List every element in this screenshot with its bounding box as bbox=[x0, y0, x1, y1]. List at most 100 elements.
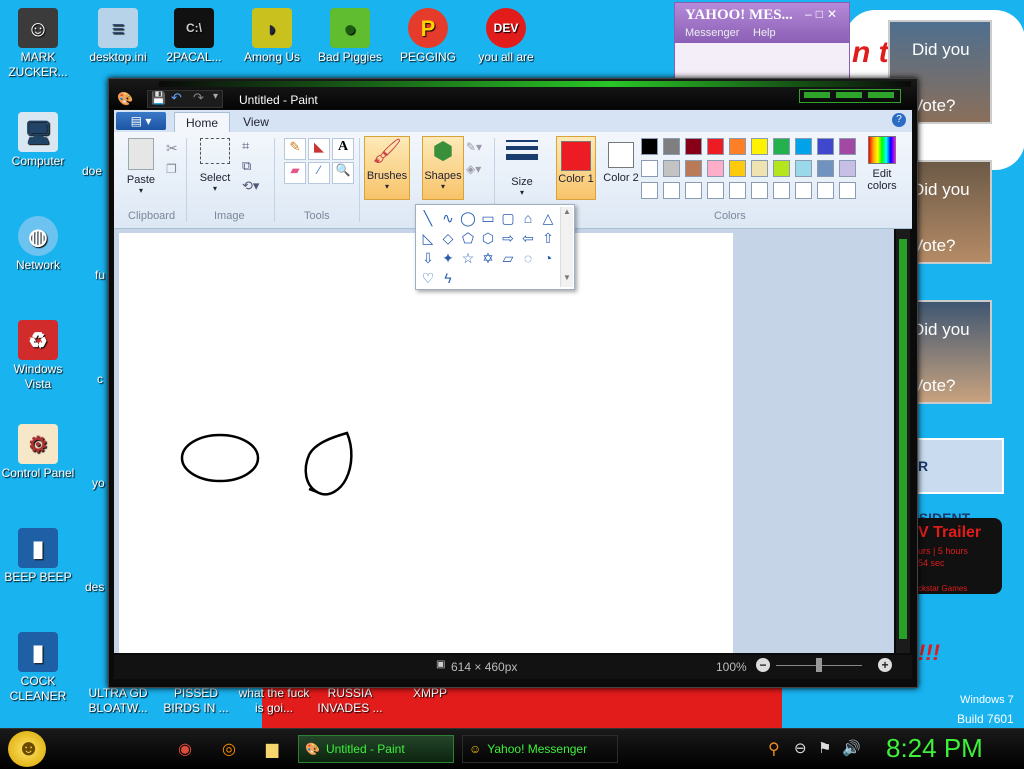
yahoo-messenger-window[interactable]: YAHOO! MES... –□✕ Messenger Help bbox=[674, 2, 850, 80]
partial-icon-label[interactable]: des bbox=[85, 580, 104, 594]
scroll-down-icon[interactable]: ▼ bbox=[563, 273, 571, 282]
shape-up-arrow-icon[interactable]: ⇧ bbox=[540, 231, 556, 245]
resize-icon[interactable]: ⧉ bbox=[242, 158, 251, 174]
palette-swatch-empty[interactable] bbox=[795, 182, 812, 199]
shape-right-arrow-icon[interactable]: ⇨ bbox=[500, 231, 516, 245]
taskbar-button-paint[interactable]: 🎨 Untitled - Paint bbox=[298, 735, 454, 763]
shapes-button[interactable]: ⬢ Shapes ▾ bbox=[422, 136, 464, 200]
partial-icon-label[interactable]: yo bbox=[92, 476, 105, 490]
maximize-button[interactable] bbox=[836, 92, 862, 98]
folder-icon[interactable]: ▆ bbox=[266, 739, 278, 759]
palette-swatch-empty[interactable] bbox=[707, 182, 724, 199]
yahoo-menu-help[interactable]: Help bbox=[753, 27, 776, 39]
palette-swatch[interactable] bbox=[839, 160, 856, 177]
palette-swatch[interactable] bbox=[839, 138, 856, 155]
palette-swatch-empty[interactable] bbox=[729, 182, 746, 199]
palette-swatch[interactable] bbox=[685, 138, 702, 155]
window-controls[interactable] bbox=[799, 89, 901, 103]
crop-icon[interactable]: ⌗ bbox=[242, 138, 249, 154]
palette-swatch-empty[interactable] bbox=[773, 182, 790, 199]
desktop-icon-windows-vista[interactable]: ♻ Windows Vista bbox=[0, 320, 76, 392]
tab-view[interactable]: View bbox=[236, 112, 276, 132]
help-icon[interactable]: ? bbox=[892, 113, 906, 127]
palette-swatch[interactable] bbox=[751, 138, 768, 155]
shape-cloud-callout-icon[interactable]: ◔ bbox=[540, 251, 556, 265]
size-button[interactable]: Size ▾ bbox=[504, 138, 540, 197]
desktop-icon-computer[interactable]: 🖥 Computer bbox=[0, 112, 76, 169]
scroll-up-icon[interactable]: ▲ bbox=[563, 207, 571, 216]
palette-swatch[interactable] bbox=[707, 160, 724, 177]
palette-swatch[interactable] bbox=[751, 160, 768, 177]
close-button[interactable] bbox=[868, 92, 894, 98]
palette-swatch[interactable] bbox=[729, 138, 746, 155]
desktop-icon-pegging[interactable]: P PEGGING bbox=[390, 8, 466, 65]
shape-diamond-icon[interactable]: ◇ bbox=[440, 231, 456, 245]
shape-rectangle-icon[interactable]: ▭ bbox=[480, 211, 496, 225]
paint-menu-button[interactable]: ▤ ▾ bbox=[116, 112, 166, 130]
yahoo-menu-messenger[interactable]: Messenger bbox=[685, 27, 739, 39]
volume-icon[interactable]: 🔊 bbox=[842, 739, 861, 757]
desktop-icon-control-panel[interactable]: ⚙ Control Panel bbox=[0, 424, 76, 481]
partial-icon-label[interactable]: fu bbox=[95, 268, 105, 282]
paint-app-icon[interactable]: 🎨 bbox=[117, 91, 133, 107]
palette-swatch[interactable] bbox=[663, 138, 680, 155]
yahoo-titlebar[interactable]: YAHOO! MES... –□✕ Messenger Help bbox=[675, 3, 849, 43]
palette-swatch[interactable] bbox=[795, 160, 812, 177]
desktop-icon-beep-beep[interactable]: ▮ BEEP BEEP bbox=[0, 528, 76, 585]
desktop-icon-desktop-ini[interactable]: ≡ desktop.ini bbox=[80, 8, 156, 65]
fill-icon[interactable]: ◣ bbox=[308, 138, 330, 160]
palette-swatch-empty[interactable] bbox=[663, 182, 680, 199]
paint-window[interactable]: 🎨 💾 ↶ ↷ ▾ Untitled - Paint ▤ ▾ Home View… bbox=[108, 78, 918, 688]
desktop-icon-you-all-are[interactable]: DEV you all are bbox=[468, 8, 544, 65]
palette-swatch-empty[interactable] bbox=[751, 182, 768, 199]
desktop-icon-mark-zucker[interactable]: ☺ MARK ZUCKER... bbox=[0, 8, 76, 80]
palette-swatch[interactable] bbox=[795, 138, 812, 155]
rotate-icon[interactable]: ⟲▾ bbox=[242, 178, 259, 194]
clock[interactable]: 8:24 PM bbox=[886, 733, 983, 764]
desktop-icon-pissed-birds[interactable]: PISSED BIRDS IN ... bbox=[160, 686, 232, 716]
drawing-canvas[interactable] bbox=[119, 233, 733, 653]
scrollbar-thumb[interactable] bbox=[899, 239, 907, 639]
shape-triangle-icon[interactable]: △ bbox=[540, 211, 556, 225]
copy-icon[interactable]: ❐ bbox=[166, 162, 177, 176]
chrome-icon[interactable]: ◉ bbox=[178, 739, 192, 759]
desktop-icon-network[interactable]: ◍ Network bbox=[0, 216, 76, 273]
vertical-scrollbar[interactable] bbox=[896, 229, 910, 653]
partial-icon-label[interactable]: doe bbox=[82, 164, 102, 178]
paint-titlebar[interactable]: 🎨 💾 ↶ ↷ ▾ Untitled - Paint bbox=[109, 79, 917, 109]
action-center-icon[interactable]: ⚑ bbox=[818, 739, 831, 757]
shape-heart-icon[interactable]: ♡ bbox=[420, 271, 436, 285]
zoom-in-button[interactable]: + bbox=[878, 658, 892, 672]
search-icon[interactable]: ⚲ bbox=[768, 739, 780, 759]
zoom-out-button[interactable]: − bbox=[756, 658, 770, 672]
shape-right-triangle-icon[interactable]: ◺ bbox=[420, 231, 436, 245]
shape-five-point-star-icon[interactable]: ☆ bbox=[460, 251, 476, 265]
palette-swatch[interactable] bbox=[773, 160, 790, 177]
shape-lightning-icon[interactable]: ϟ bbox=[440, 271, 456, 285]
desktop-icon-russia[interactable]: RUSSIA INVADES ... bbox=[312, 686, 388, 716]
shape-rounded-rectangle-icon[interactable]: ▢ bbox=[500, 211, 516, 225]
taskbar-button-yahoo[interactable]: ☺ Yahoo! Messenger bbox=[462, 735, 618, 763]
palette-swatch[interactable] bbox=[707, 138, 724, 155]
palette-swatch[interactable] bbox=[663, 160, 680, 177]
shapes-scrollbar[interactable]: ▲ ▼ bbox=[560, 207, 573, 287]
palette-swatch-empty[interactable] bbox=[839, 182, 856, 199]
save-icon[interactable]: 💾 bbox=[151, 91, 166, 105]
palette-swatch-empty[interactable] bbox=[685, 182, 702, 199]
desktop-icon-cock-cleaner[interactable]: ▮ COCK CLEANER bbox=[0, 632, 76, 704]
pencil-icon[interactable]: ✎ bbox=[284, 138, 306, 160]
select-button[interactable]: Select ▾ bbox=[196, 138, 234, 193]
desktop-icon-what-the[interactable]: what the fuck is goi... bbox=[236, 686, 312, 716]
desktop-icon-2pacal[interactable]: C:\ 2PACAL... bbox=[156, 8, 232, 65]
shape-oval-icon[interactable]: ◯ bbox=[460, 211, 476, 225]
shape-oval-callout-icon[interactable]: ◌ bbox=[520, 251, 536, 265]
brushes-button[interactable]: 🖌 Brushes ▾ bbox=[364, 136, 410, 200]
shape-hexagon-icon[interactable]: ⬡ bbox=[480, 231, 496, 245]
window-controls-icon[interactable]: –□✕ bbox=[805, 7, 841, 21]
palette-swatch[interactable] bbox=[729, 160, 746, 177]
shape-four-point-star-icon[interactable]: ✦ bbox=[440, 251, 456, 265]
shape-six-point-star-icon[interactable]: ✡ bbox=[480, 251, 496, 265]
redo-icon[interactable]: ↷ bbox=[193, 90, 204, 106]
edit-colors-button[interactable]: Edit colors bbox=[862, 136, 902, 192]
palette-swatch-empty[interactable] bbox=[817, 182, 834, 199]
